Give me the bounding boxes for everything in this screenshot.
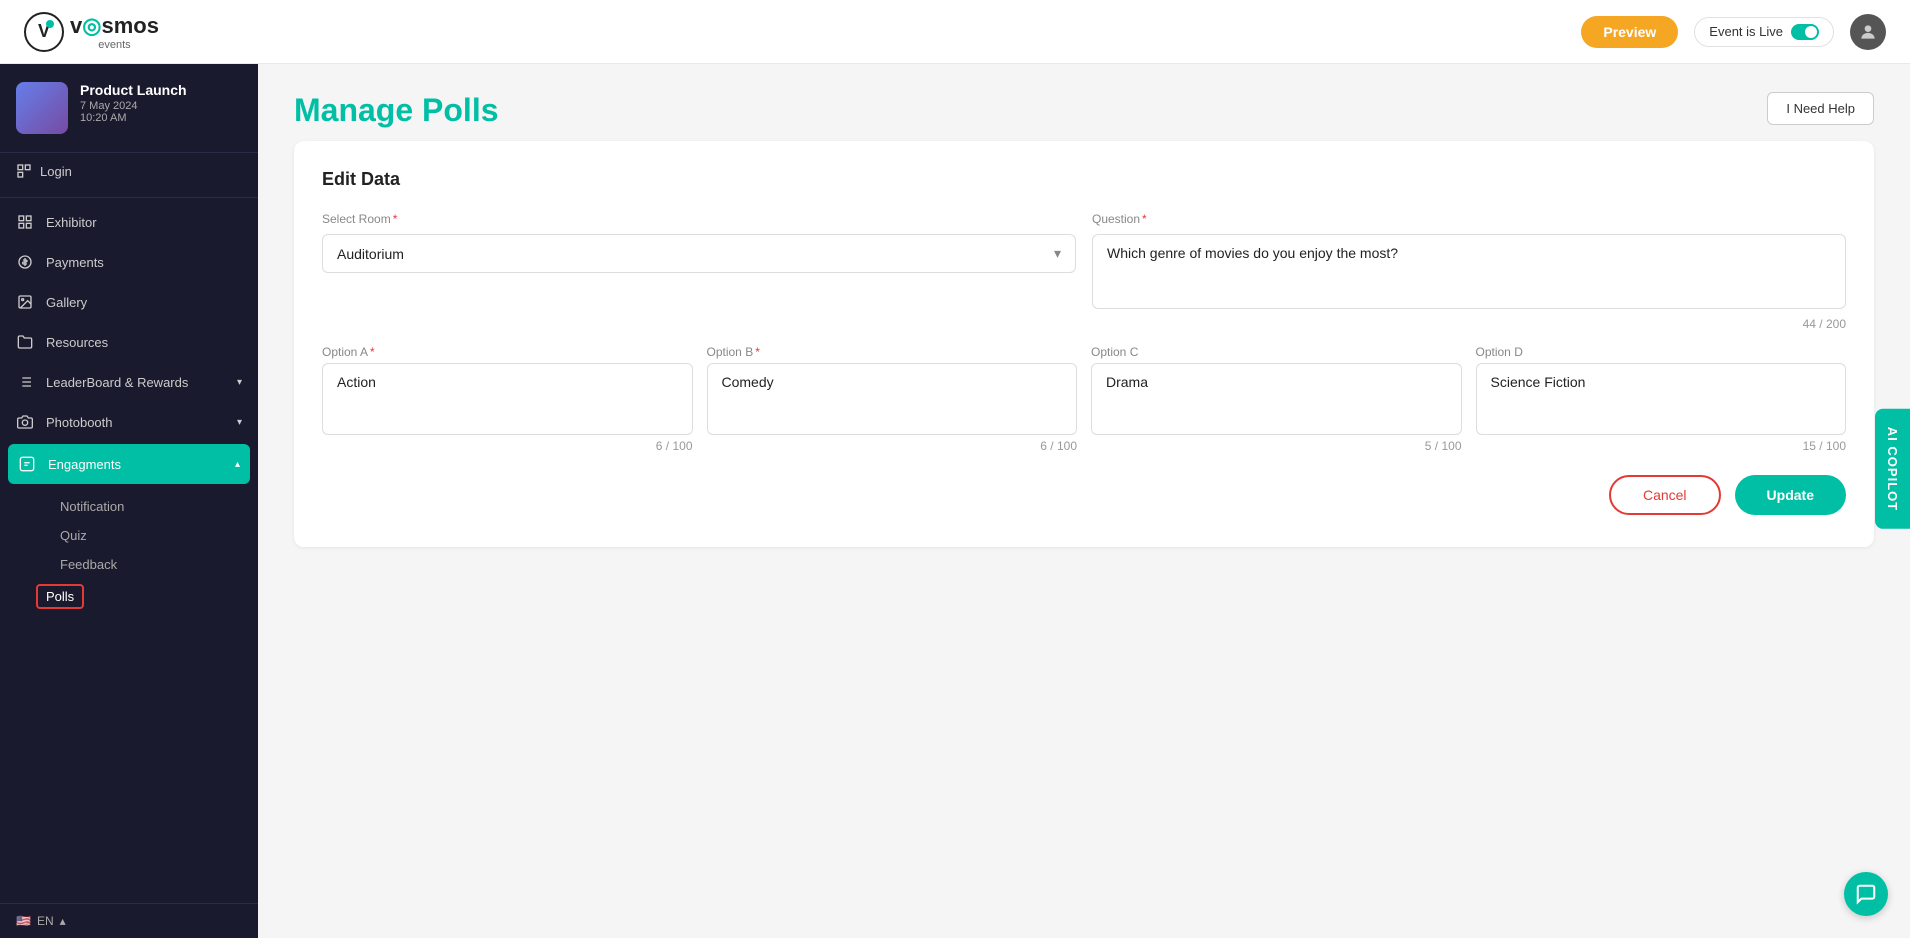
chat-bubble-button[interactable] <box>1844 872 1888 916</box>
live-toggle-switch[interactable] <box>1791 24 1819 40</box>
option-c-field: Option C Drama 5 / 100 <box>1091 345 1462 453</box>
engagements-label: Engagments <box>48 457 121 472</box>
flag-icon: 🇺🇸 <box>16 914 31 928</box>
payments-icon <box>16 253 34 271</box>
action-row: Cancel Update <box>322 475 1846 515</box>
top-navigation: V v◎smos events Preview Event is Live <box>0 0 1910 64</box>
logo-icon: V <box>24 12 64 52</box>
language-selector[interactable]: 🇺🇸 EN ▴ <box>0 903 258 938</box>
polls-sub-wrapper: Polls <box>44 579 258 614</box>
dropdown-chevron-icon: ▾ <box>1054 245 1061 262</box>
event-card: Product Launch 7 May 2024 10:20 AM <box>0 64 258 153</box>
content-header: Manage Polls I Need Help <box>258 64 1910 141</box>
event-info: Product Launch 7 May 2024 10:20 AM <box>80 82 242 124</box>
content-area: Manage Polls I Need Help Edit Data Selec… <box>258 64 1910 938</box>
preview-button[interactable]: Preview <box>1581 16 1678 48</box>
gallery-label: Gallery <box>46 295 87 310</box>
option-a-input[interactable]: Action <box>322 363 693 435</box>
edit-section-title: Edit Data <box>322 169 1846 190</box>
logo-text-group: v◎smos events <box>70 13 159 51</box>
option-a-char-count: 6 / 100 <box>322 439 693 453</box>
option-c-input[interactable]: Drama <box>1091 363 1462 435</box>
sidebar: Product Launch 7 May 2024 10:20 AM Login… <box>0 64 258 938</box>
leaderboard-chevron-down-icon: ▾ <box>237 377 242 388</box>
sidebar-item-payments[interactable]: Payments <box>0 242 258 282</box>
sidebar-item-gallery[interactable]: Gallery <box>0 282 258 322</box>
page-title: Manage Polls <box>294 92 499 129</box>
main-layout: Product Launch 7 May 2024 10:20 AM Login… <box>0 64 1910 938</box>
engagements-sub-menu: Notification Quiz Feedback Polls <box>0 486 258 620</box>
question-label: Question * <box>1092 212 1846 226</box>
option-b-char-count: 6 / 100 <box>707 439 1078 453</box>
event-time: 10:20 AM <box>80 112 242 124</box>
required-star-question: * <box>1142 212 1147 226</box>
question-textarea[interactable]: Which genre of movies do you enjoy the m… <box>1107 245 1831 293</box>
option-b-input[interactable]: Comedy <box>707 363 1078 435</box>
select-room-field: Select Room * Auditorium ▾ <box>322 212 1076 331</box>
option-c-label: Option C <box>1091 345 1462 359</box>
leaderboard-icon <box>16 373 34 391</box>
option-b-label: Option B * <box>707 345 1078 359</box>
resources-icon <box>16 333 34 351</box>
exhibitor-label: Exhibitor <box>46 215 97 230</box>
sidebar-sub-item-notification[interactable]: Notification <box>44 492 258 521</box>
help-button[interactable]: I Need Help <box>1767 92 1874 125</box>
event-date: 7 May 2024 <box>80 100 242 112</box>
option-d-field: Option D Science Fiction 15 / 100 <box>1476 345 1847 453</box>
options-row: Option A * Action 6 / 100 Option B * Com… <box>322 345 1846 453</box>
lang-chevron-up-icon: ▴ <box>60 914 66 928</box>
logo: V v◎smos events <box>24 12 159 52</box>
gallery-icon <box>16 293 34 311</box>
room-question-row: Select Room * Auditorium ▾ Question * Wh… <box>322 212 1846 331</box>
ai-copilot-tab[interactable]: AI COPILOT <box>1875 409 1910 529</box>
event-live-toggle[interactable]: Event is Live <box>1694 17 1834 47</box>
event-thumbnail <box>16 82 68 134</box>
option-c-char-count: 5 / 100 <box>1091 439 1462 453</box>
sidebar-sub-item-quiz[interactable]: Quiz <box>44 521 258 550</box>
edit-data-section: Edit Data Select Room * Auditorium ▾ Que… <box>294 141 1874 547</box>
question-char-count: 44 / 200 <box>1092 317 1846 331</box>
event-live-label: Event is Live <box>1709 24 1783 39</box>
select-room-label: Select Room * <box>322 212 1076 226</box>
payments-label: Payments <box>46 255 104 270</box>
select-room-input[interactable]: Auditorium ▾ <box>322 234 1076 273</box>
leaderboard-label: LeaderBoard & Rewards <box>46 375 188 390</box>
photobooth-icon <box>16 413 34 431</box>
photobooth-label: Photobooth <box>46 415 113 430</box>
question-textarea-wrapper: Which genre of movies do you enjoy the m… <box>1092 234 1846 309</box>
update-button[interactable]: Update <box>1735 475 1846 515</box>
question-field: Question * Which genre of movies do you … <box>1092 212 1846 331</box>
logo-brand: v◎smos <box>70 13 159 39</box>
engagements-chevron-up-icon: ▴ <box>235 459 240 470</box>
option-d-input[interactable]: Science Fiction <box>1476 363 1847 435</box>
nav-right: Preview Event is Live <box>1581 14 1886 50</box>
grid-icon <box>16 213 34 231</box>
logo-sub: events <box>70 39 159 51</box>
lang-code: EN <box>37 914 54 928</box>
option-b-field: Option B * Comedy 6 / 100 <box>707 345 1078 453</box>
sidebar-sub-item-feedback[interactable]: Feedback <box>44 550 258 579</box>
sidebar-item-leaderboard[interactable]: LeaderBoard & Rewards ▾ <box>0 362 258 402</box>
cancel-button[interactable]: Cancel <box>1609 475 1721 515</box>
resources-label: Resources <box>46 335 108 350</box>
user-avatar[interactable] <box>1850 14 1886 50</box>
sidebar-item-exhibitor[interactable]: Exhibitor <box>0 202 258 242</box>
login-label: Login <box>40 164 72 179</box>
option-d-label: Option D <box>1476 345 1847 359</box>
login-button[interactable]: Login <box>0 153 258 193</box>
option-a-label: Option A * <box>322 345 693 359</box>
required-star-a: * <box>370 345 375 359</box>
event-name: Product Launch <box>80 82 242 98</box>
option-d-char-count: 15 / 100 <box>1476 439 1847 453</box>
engagements-icon <box>18 455 36 473</box>
sidebar-sub-item-polls[interactable]: Polls <box>36 584 84 609</box>
photobooth-chevron-down-icon: ▾ <box>237 417 242 428</box>
sidebar-item-resources[interactable]: Resources <box>0 322 258 362</box>
required-star-room: * <box>393 212 398 226</box>
required-star-b: * <box>755 345 760 359</box>
sidebar-item-engagements[interactable]: Engagments ▴ <box>8 444 250 484</box>
option-a-field: Option A * Action 6 / 100 <box>322 345 693 453</box>
sidebar-item-photobooth[interactable]: Photobooth ▾ <box>0 402 258 442</box>
